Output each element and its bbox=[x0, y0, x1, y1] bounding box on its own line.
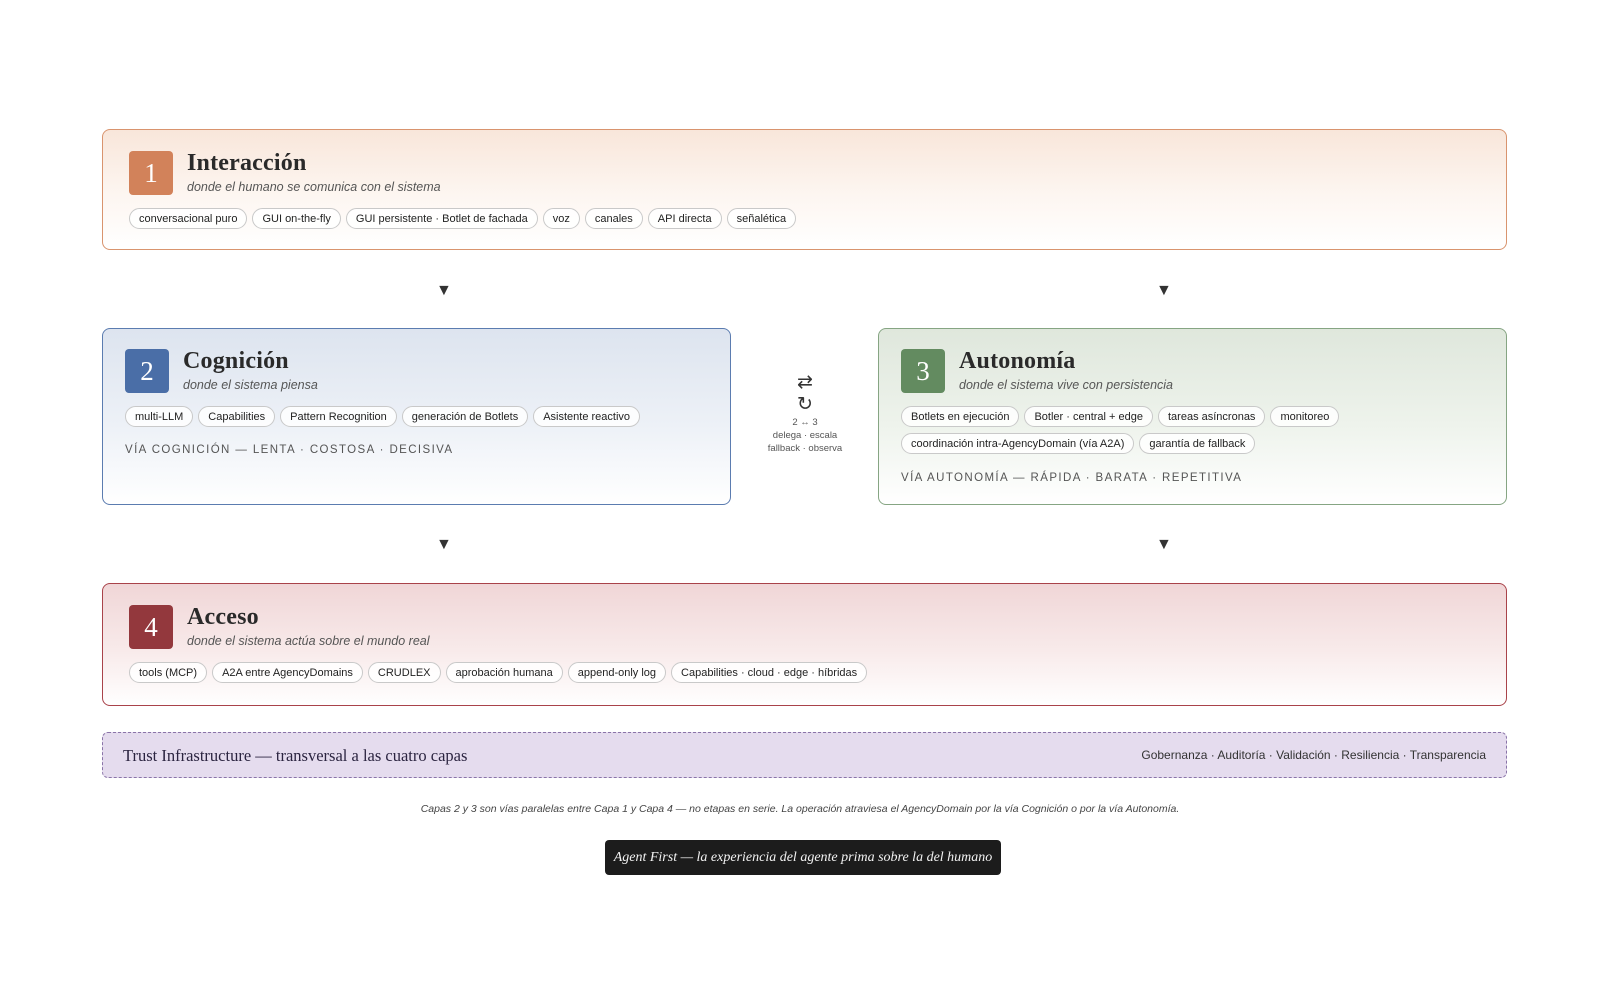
chip: GUI on-the-fly bbox=[252, 208, 341, 229]
connector-label: 2 ↔ 3 bbox=[792, 417, 818, 428]
arrow-down-icon: ▼ bbox=[1156, 282, 1172, 299]
layer-subtitle: donde el humano se comunica con el siste… bbox=[187, 180, 441, 194]
connector-label: fallback · observa bbox=[767, 443, 843, 454]
chip: garantía de fallback bbox=[1139, 433, 1256, 454]
layer-number-badge: 3 bbox=[901, 349, 945, 393]
chip: CRUDLEX bbox=[367, 662, 441, 683]
chip: conversacional puro bbox=[129, 208, 248, 229]
layer-chips: multi-LLM Capabilities Pattern Recogniti… bbox=[125, 406, 725, 427]
chip: Botlets en ejecución bbox=[901, 406, 1020, 427]
chip: GUI persistente · Botlet de fachada bbox=[345, 208, 538, 229]
layer-title: Autonomía bbox=[959, 348, 1076, 374]
layer-title: Interacción bbox=[187, 150, 307, 176]
via-label: VÍA COGNICIÓN — LENTA · COSTOSA · DECISI… bbox=[125, 444, 454, 456]
layer-chips: conversacional puro GUI on-the-fly GUI p… bbox=[129, 208, 1429, 229]
swap-arrows-icon: ⇄ bbox=[797, 372, 813, 393]
chip: coordinación intra-AgencyDomain (vía A2A… bbox=[901, 433, 1135, 454]
chip: señalética bbox=[726, 208, 797, 229]
chip: Asistente reactivo bbox=[533, 406, 641, 427]
layer-title: Acceso bbox=[187, 604, 259, 630]
layer-number-badge: 1 bbox=[129, 151, 173, 195]
via-label: VÍA AUTONOMÍA — RÁPIDA · BARATA · REPETI… bbox=[901, 472, 1243, 484]
trust-title: Trust Infrastructure — transversal a las… bbox=[123, 746, 468, 765]
layer-autonomia: 3 Autonomía donde el sistema vive con pe… bbox=[878, 328, 1507, 505]
layer-interaccion: 1 Interacción donde el humano se comunic… bbox=[102, 129, 1507, 250]
chip: Botler · central + edge bbox=[1024, 406, 1153, 427]
arrow-down-icon: ▼ bbox=[436, 282, 452, 299]
parallel-connector: ⇄ ↻ 2 ↔ 3 delega · escala fallback · obs… bbox=[752, 372, 858, 455]
connector-label: delega · escala bbox=[772, 430, 838, 441]
footnote: Capas 2 y 3 son vías paralelas entre Cap… bbox=[420, 803, 1180, 815]
layer-cognicion: 2 Cognición donde el sistema piensa mult… bbox=[102, 328, 731, 505]
layer-chips: tools (MCP) A2A entre AgencyDomains CRUD… bbox=[129, 662, 1429, 683]
layer-title: Cognición bbox=[183, 348, 289, 374]
layer-subtitle: donde el sistema actúa sobre el mundo re… bbox=[187, 634, 430, 648]
arrow-down-icon: ▼ bbox=[436, 536, 452, 553]
chip: aprobación humana bbox=[445, 662, 563, 683]
layer-acceso: 4 Acceso donde el sistema actúa sobre el… bbox=[102, 583, 1507, 706]
layer-subtitle: donde el sistema piensa bbox=[183, 378, 318, 392]
chip: monitoreo bbox=[1270, 406, 1340, 427]
trust-pillars: Gobernanza · Auditoría · Validación · Re… bbox=[1141, 748, 1486, 762]
chip: tools (MCP) bbox=[129, 662, 208, 683]
layer-subtitle: donde el sistema vive con persistencia bbox=[959, 378, 1174, 392]
chip: multi-LLM bbox=[125, 406, 194, 427]
chip: API directa bbox=[647, 208, 722, 229]
layer-number-badge: 4 bbox=[129, 605, 173, 649]
chip: A2A entre AgencyDomains bbox=[212, 662, 363, 683]
chip: Capabilities · cloud · edge · híbridas bbox=[671, 662, 868, 683]
chip: append-only log bbox=[567, 662, 667, 683]
arrow-down-icon: ▼ bbox=[1156, 536, 1172, 553]
chip: generación de Botlets bbox=[401, 406, 529, 427]
chip: Pattern Recognition bbox=[280, 406, 397, 427]
chip: canales bbox=[584, 208, 643, 229]
chip: tareas asíncronas bbox=[1158, 406, 1266, 427]
layer-chips: Botlets en ejecución Botler · central + … bbox=[901, 406, 1501, 454]
cycle-icon: ↻ bbox=[797, 394, 813, 415]
chip: Capabilities bbox=[198, 406, 276, 427]
chip: voz bbox=[542, 208, 580, 229]
layer-number-badge: 2 bbox=[125, 349, 169, 393]
trust-infrastructure-band: Trust Infrastructure — transversal a las… bbox=[102, 732, 1507, 778]
motto-banner: Agent First — la experiencia del agente … bbox=[605, 840, 1001, 875]
